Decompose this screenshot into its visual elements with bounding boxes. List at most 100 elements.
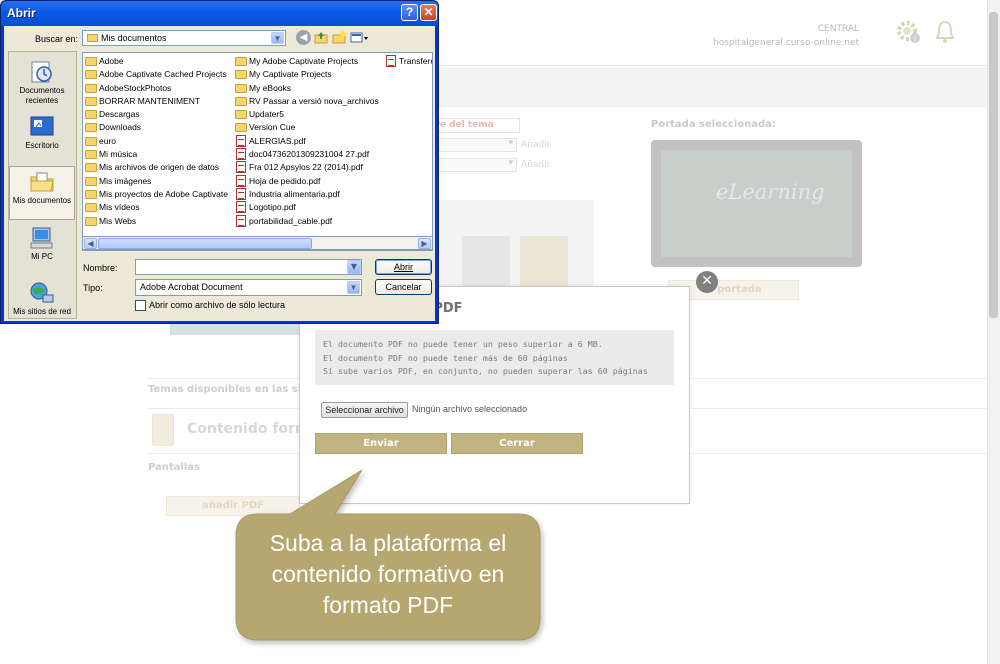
file-name: Logotipo.pdf — [249, 202, 296, 213]
folder-icon — [85, 96, 97, 106]
chevron-down-icon[interactable]: ▼ — [271, 32, 284, 44]
file-item-folder[interactable]: Mis vídeos — [85, 201, 228, 214]
file-item-folder[interactable]: Adobe — [85, 55, 228, 68]
file-item-folder[interactable]: My Captivate Projects — [235, 68, 379, 81]
file-item-pdf[interactable]: Industria alimentaria.pdf — [235, 187, 379, 201]
folder-icon — [85, 123, 97, 133]
help-button[interactable]: ? — [401, 4, 418, 21]
file-name: Mis proyectos de Adobe Captivate — [99, 188, 228, 199]
file-name: Mi música — [99, 149, 138, 160]
pdf-file-icon — [236, 134, 246, 147]
new-folder-icon[interactable] — [332, 30, 347, 45]
file-name: doc04736201309231004 27.pdf — [249, 149, 370, 160]
file-column: Transfere — [385, 55, 432, 68]
dialog-title: Abrir — [7, 6, 36, 20]
place-network[interactable]: Mis sitios de red — [9, 278, 75, 318]
file-item-folder[interactable]: Mis Webs — [85, 215, 228, 228]
up-folder-icon[interactable] — [314, 30, 329, 45]
file-item-pdf[interactable]: Hoja de pedido.pdf — [235, 174, 379, 188]
place-label: Escritorio — [25, 141, 59, 150]
scroll-left-icon[interactable]: ◀ — [84, 238, 97, 249]
pdf-file-icon — [236, 174, 246, 187]
open-file-dialog: Abrir ? ✕ Buscar en: Mis documentos ▼ ◀ … — [0, 0, 439, 324]
file-item-folder[interactable]: Version Cue — [235, 121, 379, 134]
file-item-pdf[interactable]: Logotipo.pdf — [235, 201, 379, 214]
file-name: Downloads — [99, 122, 142, 133]
file-item-folder[interactable]: Descargas — [85, 108, 228, 121]
callout-line: formato PDF — [322, 592, 454, 618]
file-list[interactable]: Adobe Adobe Captivate Cached Projects Adob… — [82, 52, 433, 251]
cancel-button[interactable]: Cancelar — [375, 279, 432, 295]
folder-icon — [85, 70, 97, 80]
folder-icon — [85, 83, 97, 93]
desktop-icon — [30, 116, 54, 136]
my-computer-icon — [30, 227, 53, 249]
file-item-folder[interactable]: Updater5 — [235, 108, 379, 121]
file-name: Hoja de pedido.pdf — [249, 175, 321, 186]
place-label: Mis documentos — [12, 196, 72, 205]
file-name: Version Cue — [249, 122, 296, 133]
filename-input[interactable] — [135, 259, 362, 275]
file-item-pdf[interactable]: doc04736201309231004 27.pdf — [235, 148, 379, 161]
recent-documents-icon — [31, 61, 52, 83]
open-button[interactable]: Abrir — [375, 259, 432, 275]
place-label: Documentos recientes — [19, 86, 65, 105]
look-in-dropdown[interactable]: Mis documentos ▼ — [82, 30, 286, 46]
look-in-value: Mis documentos — [101, 33, 167, 43]
file-item-folder[interactable]: Mis imágenes — [85, 175, 228, 188]
hscroll-thumb[interactable] — [98, 238, 312, 249]
callout-text: Suba a la plataforma el contenido format… — [237, 528, 539, 621]
place-recent-documents[interactable]: Documentos recientes — [9, 57, 75, 111]
file-item-folder[interactable]: My Adobe Captivate Projects — [235, 55, 379, 68]
readonly-checkbox[interactable] — [135, 300, 146, 311]
file-item-folder[interactable]: Mis proyectos de Adobe Captivate — [85, 188, 228, 201]
file-item-pdf[interactable]: ALERGIAS.pdf — [235, 134, 379, 148]
folder-icon — [85, 176, 97, 186]
file-item-folder[interactable]: Downloads — [85, 121, 228, 134]
file-item-folder[interactable]: Adobe Captivate Cached Projects — [85, 68, 228, 81]
file-name: Adobe — [99, 56, 124, 66]
filename-history-chevron-icon[interactable]: ▼ — [347, 260, 361, 274]
scroll-right-icon[interactable]: ▶ — [418, 238, 431, 249]
place-my-computer[interactable]: Mi PC — [9, 223, 75, 277]
folder-icon — [235, 123, 247, 133]
file-item-folder[interactable]: BORRAR MANTENIMENT — [85, 95, 228, 108]
back-icon[interactable]: ◀ — [296, 30, 311, 45]
place-desktop[interactable]: Escritorio — [9, 112, 75, 166]
dialog-close-button[interactable]: ✕ — [420, 4, 437, 21]
file-name: Updater5 — [249, 109, 284, 120]
folder-icon — [85, 136, 97, 146]
pdf-file-icon — [236, 187, 246, 200]
pdf-file-icon — [386, 55, 396, 67]
file-item-folder[interactable]: My eBooks — [235, 82, 379, 95]
readonly-label: Abrir como archivo de sólo lectura — [149, 300, 286, 310]
folder-icon — [85, 189, 97, 199]
file-name: My eBooks — [249, 82, 292, 93]
place-label: Mis sitios de red — [13, 307, 71, 316]
dialog-titlebar[interactable]: Abrir ? ✕ — [1, 1, 438, 26]
view-menu-icon[interactable] — [350, 30, 370, 45]
file-item-folder[interactable]: RV Passar a versió nova_archivos — [235, 95, 379, 108]
file-item-folder[interactable]: Mis archivos de origen de datos — [85, 161, 228, 174]
filetype-dropdown[interactable]: Adobe Acrobat Document ▼ — [135, 279, 362, 296]
file-item-folder[interactable]: euro — [85, 135, 228, 148]
file-name: Mis archivos de origen de datos — [99, 162, 220, 173]
folder-icon — [235, 83, 247, 93]
folder-icon — [85, 163, 97, 173]
file-item-pdf[interactable]: portabilidad_cable.pdf — [235, 214, 379, 228]
file-name: RV Passar a versió nova_archivos — [249, 95, 379, 106]
chevron-down-icon[interactable]: ▼ — [347, 281, 360, 294]
file-name: Adobe Captivate Cached Projects — [99, 69, 227, 80]
file-name: BORRAR MANTENIMENT — [99, 95, 201, 106]
file-list-hscrollbar[interactable]: ◀ ▶ — [82, 236, 433, 250]
filename-label: Nombre: — [83, 263, 118, 273]
file-item-folder[interactable]: Mi música — [85, 148, 228, 161]
file-column: Adobe Adobe Captivate Cached Projects Adob… — [85, 55, 228, 228]
place-my-documents[interactable]: Mis documentos — [9, 166, 75, 220]
file-name: ALERGIAS.pdf — [249, 135, 306, 146]
file-item-pdf[interactable]: Transfere — [385, 55, 432, 68]
file-item-pdf[interactable]: Fra 012 Apsylos 22 (2014).pdf — [235, 161, 379, 174]
file-item-folder[interactable]: AdobeStockPhotos — [85, 82, 228, 95]
pdf-file-icon — [236, 201, 246, 214]
file-name: Mis Webs — [99, 215, 137, 226]
